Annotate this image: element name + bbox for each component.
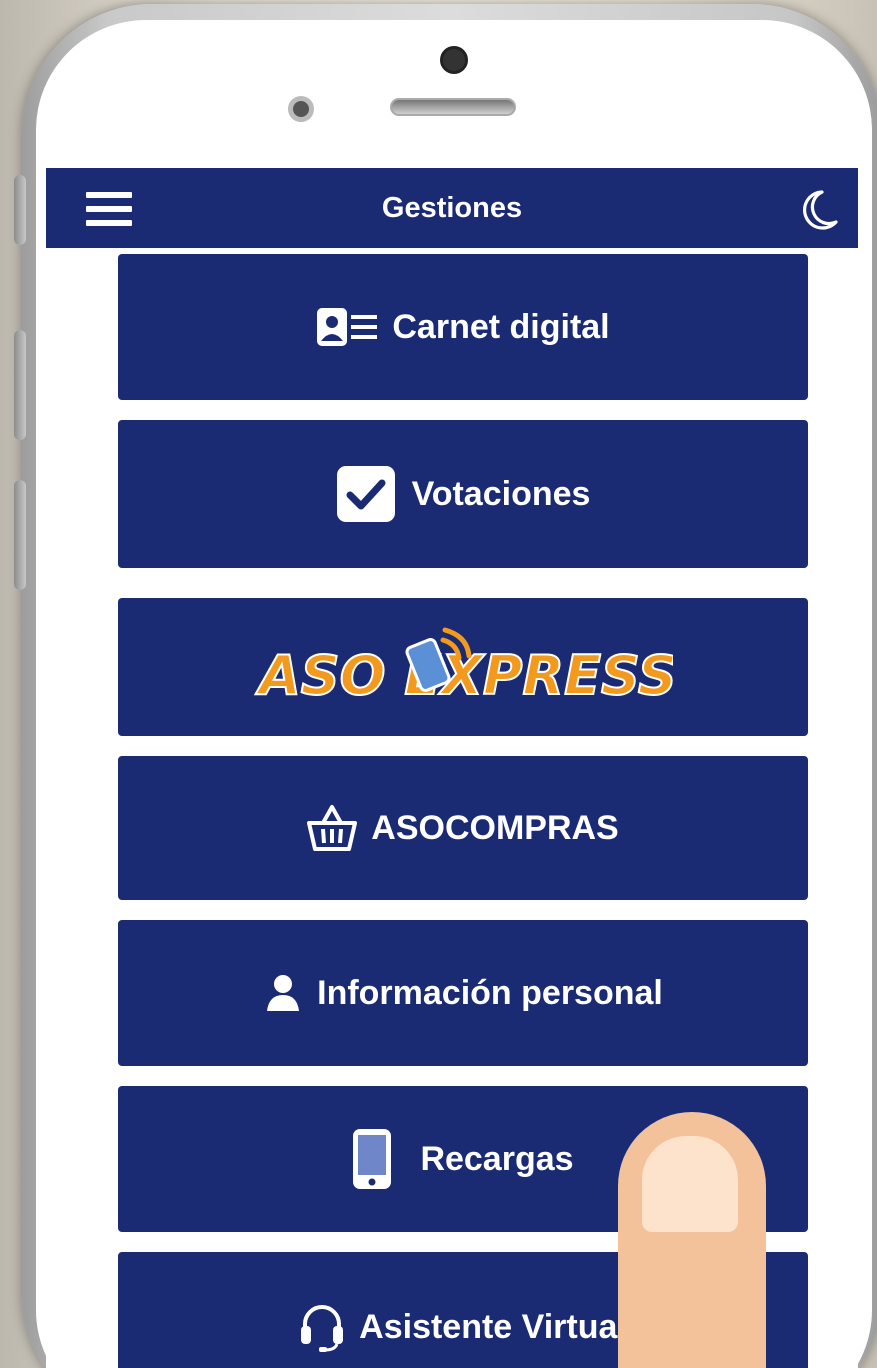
asoexpress-button[interactable]: ASO EXPRESS [118, 598, 808, 736]
page-title: Gestiones [381, 191, 523, 224]
finger-nail [642, 1136, 738, 1232]
tapping-finger [618, 1112, 766, 1368]
phone-side-button-volume-up [14, 330, 26, 440]
basket-icon [307, 803, 358, 853]
phone-side-button-mute [14, 175, 26, 245]
informacion-personal-button[interactable]: Información personal [118, 920, 808, 1066]
phone-icon [352, 1128, 392, 1190]
informacion-personal-label: Información personal [317, 973, 663, 1012]
asocompras-button[interactable]: ASOCOMPRAS [118, 756, 808, 900]
checkbox-icon [336, 465, 398, 523]
votaciones-label: Votaciones [411, 474, 591, 513]
asocompras-label: ASOCOMPRAS [371, 808, 619, 847]
carnet-digital-label: Carnet digital [392, 307, 610, 346]
recargas-label: Recargas [420, 1139, 574, 1178]
id-card-icon [316, 307, 378, 347]
phone-side-button-volume-down [14, 480, 26, 590]
hamburger-icon[interactable] [86, 192, 132, 226]
earpiece-speaker [390, 98, 516, 116]
asistente-virtual-label: Asistente Virtual [359, 1307, 627, 1346]
votaciones-button[interactable]: Votaciones [118, 420, 808, 568]
front-camera [440, 46, 468, 74]
app-bar: Gestiones [46, 168, 858, 248]
proximity-sensor [288, 96, 314, 122]
asoexpress-logo-text: ASO EXPRESS [255, 644, 673, 707]
moon-icon[interactable] [792, 186, 840, 234]
user-icon [263, 973, 303, 1013]
asoexpress-logo: ASO EXPRESS [253, 622, 673, 712]
carnet-digital-button[interactable]: Carnet digital [118, 254, 808, 400]
headset-icon [299, 1302, 345, 1352]
